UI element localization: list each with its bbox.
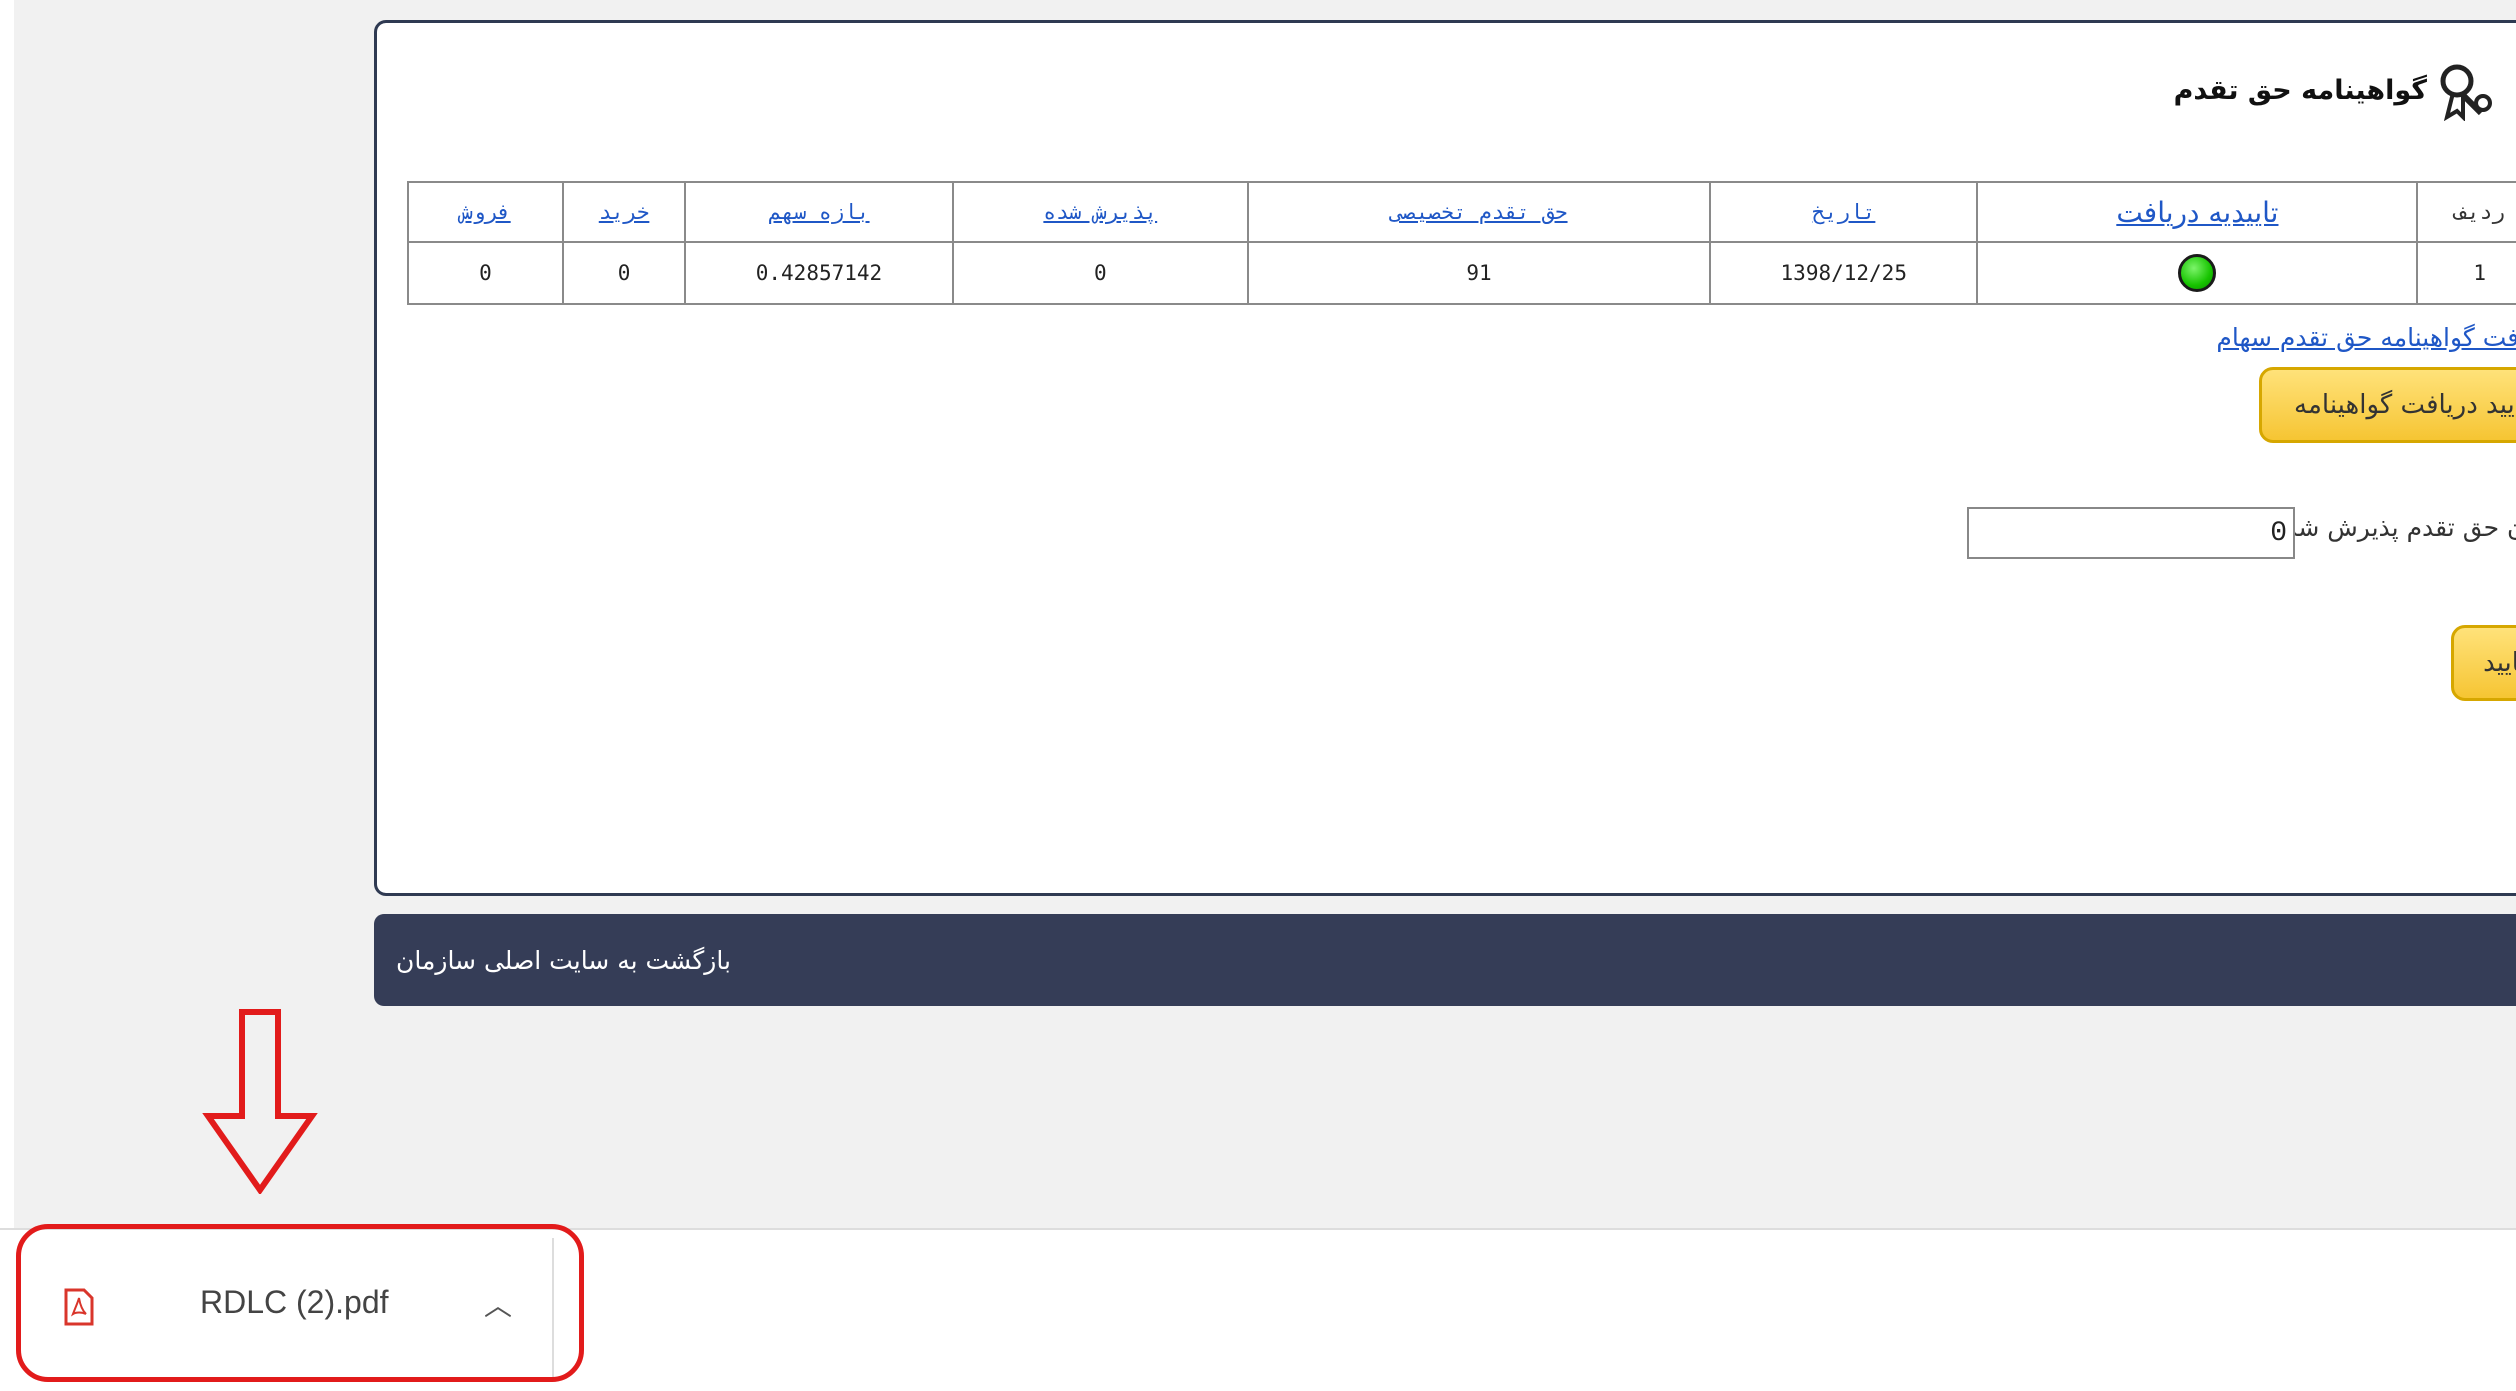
cell-buy: 0 xyxy=(561,241,687,305)
table-row: 1 1398/12/25 91 0 0.42857142 0 0 xyxy=(407,241,2516,305)
col-header-index: ردیف xyxy=(2416,181,2516,243)
cell-allotted: 91 xyxy=(1246,241,1712,305)
col-header-share-range[interactable]: بازه سهم xyxy=(684,181,954,243)
sort-link-allotted[interactable]: حق تقدم تخصیصی xyxy=(1391,200,1568,224)
sort-link-date[interactable]: تاریخ xyxy=(1812,200,1875,224)
cell-sell: 0 xyxy=(407,241,564,305)
cell-share-range: 0.42857142 xyxy=(684,241,954,305)
download-certificate-link[interactable]: دریافت گواهینامه حق تقدم سهام xyxy=(2216,323,2516,352)
sort-link-buy[interactable]: خرید xyxy=(599,200,650,224)
table-header-row: ردیف تاییدیه دریافت تاریخ حق تقدم تخصیصی… xyxy=(407,181,2516,243)
col-header-allotted[interactable]: حق تقدم تخصیصی xyxy=(1246,181,1712,243)
confirm-certificate-button[interactable]: تایید دریافت گواهینامه xyxy=(2259,367,2516,443)
cell-accepted: 0 xyxy=(951,241,1249,305)
rights-table: ردیف تاییدیه دریافت تاریخ حق تقدم تخصیصی… xyxy=(407,181,2516,305)
back-to-main-site-link[interactable]: بازگشت به سایت اصلی سازمان xyxy=(396,946,731,975)
cell-receipt xyxy=(1976,241,2419,305)
cell-date: 1398/12/25 xyxy=(1709,241,1979,305)
cell-index: 1 xyxy=(2416,241,2516,305)
col-header-buy[interactable]: خرید xyxy=(561,181,687,243)
page-title: گواهینامه حق تقدم xyxy=(2173,74,2427,106)
sort-link-accepted[interactable]: پذیرش شده xyxy=(1043,200,1157,224)
status-green-icon xyxy=(2178,254,2217,292)
accepted-amount-input[interactable] xyxy=(1967,507,2295,559)
certificate-icon xyxy=(2440,64,2492,121)
page-margin xyxy=(0,0,14,1389)
panel-header: گواهینامه حق تقدم xyxy=(2174,59,2495,121)
highlight-annotation xyxy=(16,1224,584,1382)
sort-link-receipt[interactable]: تاییدیه دریافت xyxy=(2116,196,2278,229)
col-header-sell[interactable]: فروش xyxy=(407,181,564,243)
confirm-button[interactable]: تایید xyxy=(2451,625,2516,701)
sort-link-sell[interactable]: فروش xyxy=(460,200,511,224)
footer-bar: بازگشت به سایت اصلی سازمان xyxy=(374,914,2516,1006)
col-header-receipt[interactable]: تاییدیه دریافت xyxy=(1976,181,2419,243)
sort-link-share-range[interactable]: بازه سهم xyxy=(768,200,869,224)
certificate-panel: گواهینامه حق تقدم ردیف تاییدیه دریافت تا… xyxy=(374,20,2516,896)
col-header-date[interactable]: تاریخ xyxy=(1709,181,1979,243)
col-header-accepted[interactable]: پذیرش شده xyxy=(951,181,1249,243)
down-arrow-annotation-icon xyxy=(202,1009,318,1194)
